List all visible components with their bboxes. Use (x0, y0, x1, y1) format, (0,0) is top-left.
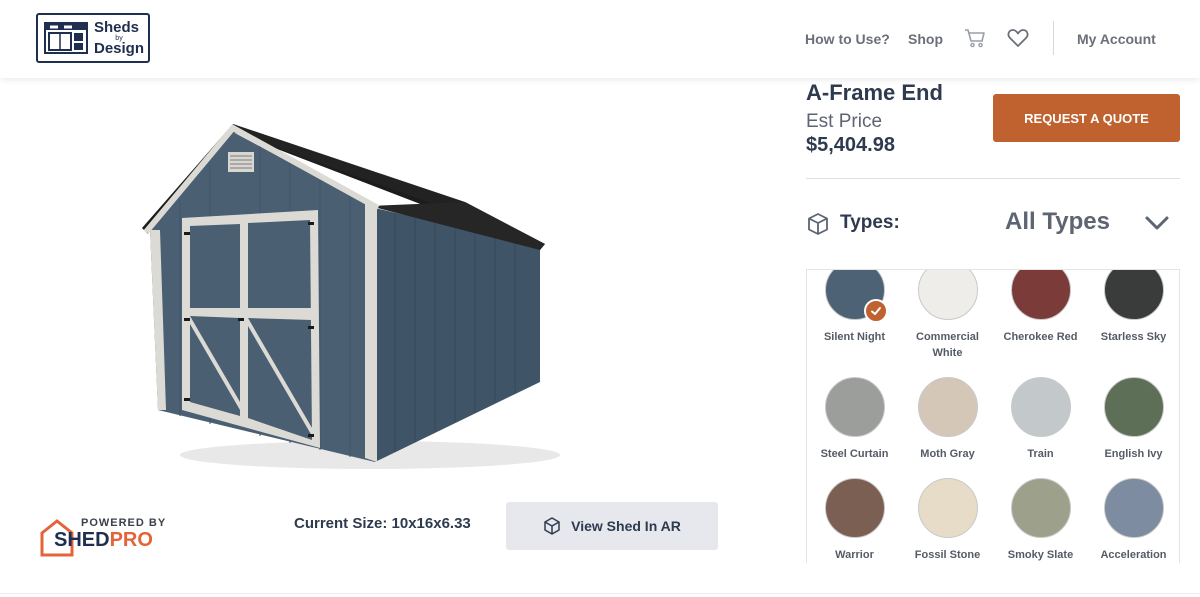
powered-by-label: POWERED BY (81, 517, 167, 529)
swatch-name: Commercial White (916, 331, 979, 359)
est-price-label: Est Price (806, 111, 883, 132)
color-swatch[interactable]: Train (994, 377, 1087, 462)
color-swatch[interactable]: Starless Sky (1087, 270, 1179, 345)
swatch-name: Smoky Slate (1007, 549, 1074, 561)
types-dropdown[interactable]: Types: All Types (806, 200, 1180, 246)
checkmark-icon (863, 299, 888, 323)
swatch-color-circle[interactable] (824, 478, 885, 538)
swatch-color-circle[interactable] (824, 377, 885, 437)
swatch-color-circle[interactable] (1103, 270, 1164, 320)
swatch-color-circle[interactable] (1010, 270, 1071, 320)
swatch-name: Moth Gray (920, 448, 975, 460)
box-icon (806, 212, 830, 241)
brand-shed: SHED (54, 529, 110, 551)
current-size-label: Current Size: 10x16x6.33 (294, 515, 471, 532)
shedpro-badge: POWERED BY SHEDPRO (40, 517, 170, 557)
cube-icon (544, 517, 560, 535)
color-swatch[interactable]: Moth Gray (901, 377, 994, 462)
request-quote-button[interactable]: REQUEST A QUOTE (993, 94, 1180, 142)
swatch-color-circle[interactable] (917, 377, 978, 437)
footer-divider (0, 593, 1200, 594)
color-swatch[interactable]: Silent Night (808, 270, 901, 345)
color-swatch[interactable]: Cherokee Red (994, 270, 1087, 345)
swatch-color-circle[interactable] (1010, 478, 1071, 538)
color-swatch[interactable]: Smoky Slate (994, 478, 1087, 563)
swatch-name: Steel Curtain (820, 448, 889, 460)
swatch-name: Silent Night (823, 331, 886, 343)
nav-how-to-use[interactable]: How to Use? (805, 31, 890, 47)
logo-word-sheds: Sheds (94, 18, 140, 36)
types-selected-value[interactable]: All Types (1005, 208, 1110, 236)
color-swatch[interactable]: Fossil Stone (901, 478, 994, 563)
shedpro-wordmark: SHEDPRO (54, 529, 153, 552)
section-divider (806, 178, 1180, 179)
site-header: Sheds by Design How to Use? Shop My Acco… (0, 0, 1200, 78)
color-swatch[interactable]: Steel Curtain (808, 377, 901, 462)
swatch-name: Starless Sky (1100, 331, 1167, 343)
est-price-value: $5,404.98 (806, 134, 895, 156)
cart-icon[interactable] (964, 28, 986, 53)
swatch-name: Warrior (835, 549, 874, 561)
nav-shop[interactable]: Shop (908, 31, 943, 47)
swatch-name: English Ivy (1104, 448, 1163, 460)
swatch-color-circle[interactable] (917, 270, 978, 320)
swatch-name: Train (1027, 448, 1054, 460)
swatch-color-circle[interactable] (1103, 377, 1164, 437)
swatch-name: Fossil Stone (914, 549, 981, 561)
shed-illustration (142, 124, 560, 469)
swatch-name: Acceleration (1100, 549, 1167, 561)
nav-divider (1053, 21, 1054, 55)
product-title: A-Frame End (806, 80, 943, 105)
types-label: Types: (840, 212, 900, 233)
shed-3d-preview[interactable] (120, 110, 570, 480)
heart-icon[interactable] (1007, 28, 1029, 53)
swatch-name: Cherokee Red (1003, 331, 1078, 343)
color-swatch[interactable]: Commercial White (901, 270, 994, 361)
color-swatch[interactable]: Warrior (808, 478, 901, 563)
color-swatch[interactable]: English Ivy (1087, 377, 1179, 462)
color-swatch-grid[interactable]: Silent Night Commercial White Cherokee Red… (806, 269, 1180, 563)
chevron-down-icon[interactable] (1144, 212, 1170, 239)
swatch-color-circle[interactable] (1103, 478, 1164, 538)
logo-shed-icon (44, 22, 88, 54)
brand-pro: PRO (109, 529, 153, 551)
swatch-color-circle[interactable] (824, 270, 888, 323)
view-in-ar-label: View Shed In AR (571, 518, 681, 534)
color-swatch[interactable]: Acceleration (1087, 478, 1179, 563)
logo-text: Sheds by Design (94, 18, 145, 57)
logo-word-design: Design (94, 39, 145, 57)
swatch-color-circle[interactable] (1010, 377, 1071, 437)
nav-my-account[interactable]: My Account (1077, 31, 1156, 47)
view-in-ar-button[interactable]: View Shed In AR (506, 502, 718, 550)
logo[interactable]: Sheds by Design (36, 13, 150, 63)
swatch-color-circle[interactable] (917, 478, 978, 538)
